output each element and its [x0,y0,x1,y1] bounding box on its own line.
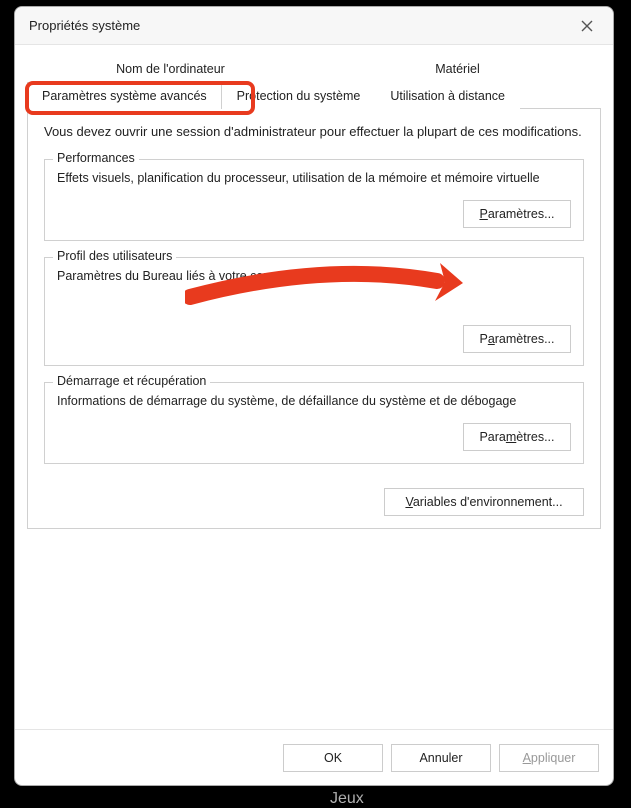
performance-settings-button[interactable]: Paramètres... [463,200,571,228]
environment-variables-button[interactable]: Variables d'environnement... [384,488,584,516]
group-performance-legend: Performances [53,151,139,165]
group-user-profiles-desc: Paramètres du Bureau liés à votre connex… [57,268,571,286]
group-startup-recovery: Démarrage et récupération Informations d… [44,382,584,464]
cancel-button[interactable]: Annuler [391,744,491,772]
close-button[interactable] [571,12,603,40]
tab-advanced[interactable]: Paramètres système avancés [27,82,222,109]
tab-panel-advanced: Vous devez ouvrir une session d'administ… [27,109,601,529]
tabs-container: Nom de l'ordinateur Matériel Paramètres … [27,55,601,529]
tab-computer-name[interactable]: Nom de l'ordinateur [27,55,314,82]
profile-settings-button[interactable]: Paramètres... [463,325,571,353]
tab-system-protection[interactable]: Protection du système [222,82,376,109]
tabs-row-1: Nom de l'ordinateur Matériel [27,55,601,82]
group-performance-desc: Effets visuels, planification du process… [57,170,571,188]
group-user-profiles: Profil des utilisateurs Paramètres du Bu… [44,257,584,367]
tab-hardware[interactable]: Matériel [314,55,601,82]
content-area: Nom de l'ordinateur Matériel Paramètres … [15,45,613,729]
group-performance: Performances Effets visuels, planificati… [44,159,584,241]
group-user-profiles-legend: Profil des utilisateurs [53,249,176,263]
group-startup-recovery-legend: Démarrage et récupération [53,374,210,388]
group-startup-recovery-desc: Informations de démarrage du système, de… [57,393,571,411]
titlebar: Propriétés système [15,7,613,45]
apply-button[interactable]: Appliquer [499,744,599,772]
tab-remote[interactable]: Utilisation à distance [375,82,520,109]
close-icon [581,20,593,32]
admin-note: Vous devez ouvrir une session d'administ… [44,123,584,141]
system-properties-window: Propriétés système Nom de l'ordinateur M… [14,6,614,786]
dialog-footer: OK Annuler Appliquer [15,729,613,785]
background-label: Jeux [330,790,364,808]
ok-button[interactable]: OK [283,744,383,772]
recovery-settings-button[interactable]: Paramètres... [463,423,571,451]
tabs-row-2: Paramètres système avancés Protection du… [27,82,601,109]
window-title: Propriétés système [29,18,571,33]
